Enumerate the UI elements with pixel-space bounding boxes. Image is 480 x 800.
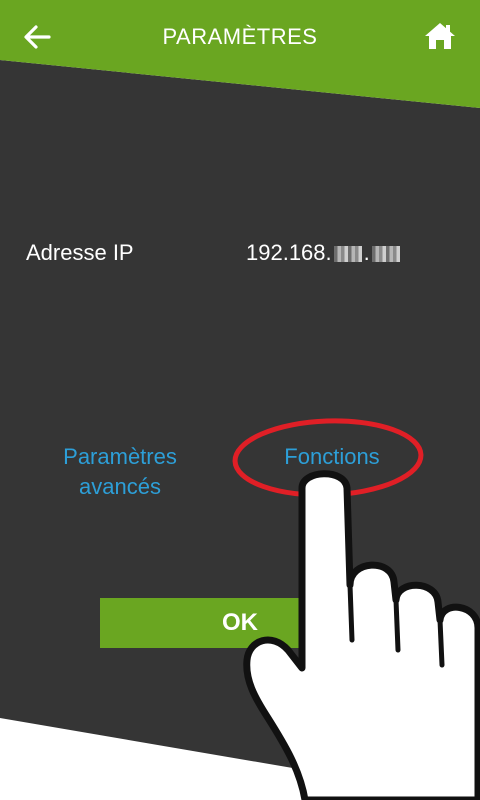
ip-prefix: 192.168. <box>246 240 332 265</box>
advanced-settings-line2: avancés <box>79 474 161 499</box>
functions-link[interactable]: Fonctions <box>262 442 402 472</box>
page-title: PARAMÈTRES <box>162 24 318 49</box>
ip-dot: . <box>363 240 370 265</box>
ip-address-value: 192.168. . <box>246 240 402 266</box>
home-icon[interactable] <box>424 21 456 51</box>
redacted-octet <box>333 246 362 262</box>
advanced-settings-line1: Paramètres <box>63 444 177 469</box>
redacted-octet <box>371 246 400 262</box>
app-header: PARAMÈTRES <box>0 0 480 72</box>
background <box>0 0 480 800</box>
advanced-settings-link[interactable]: Paramètres avancés <box>40 442 200 502</box>
dark-panel <box>0 60 480 800</box>
ip-address-label: Adresse IP <box>26 240 134 265</box>
ok-button[interactable]: OK <box>100 598 380 648</box>
